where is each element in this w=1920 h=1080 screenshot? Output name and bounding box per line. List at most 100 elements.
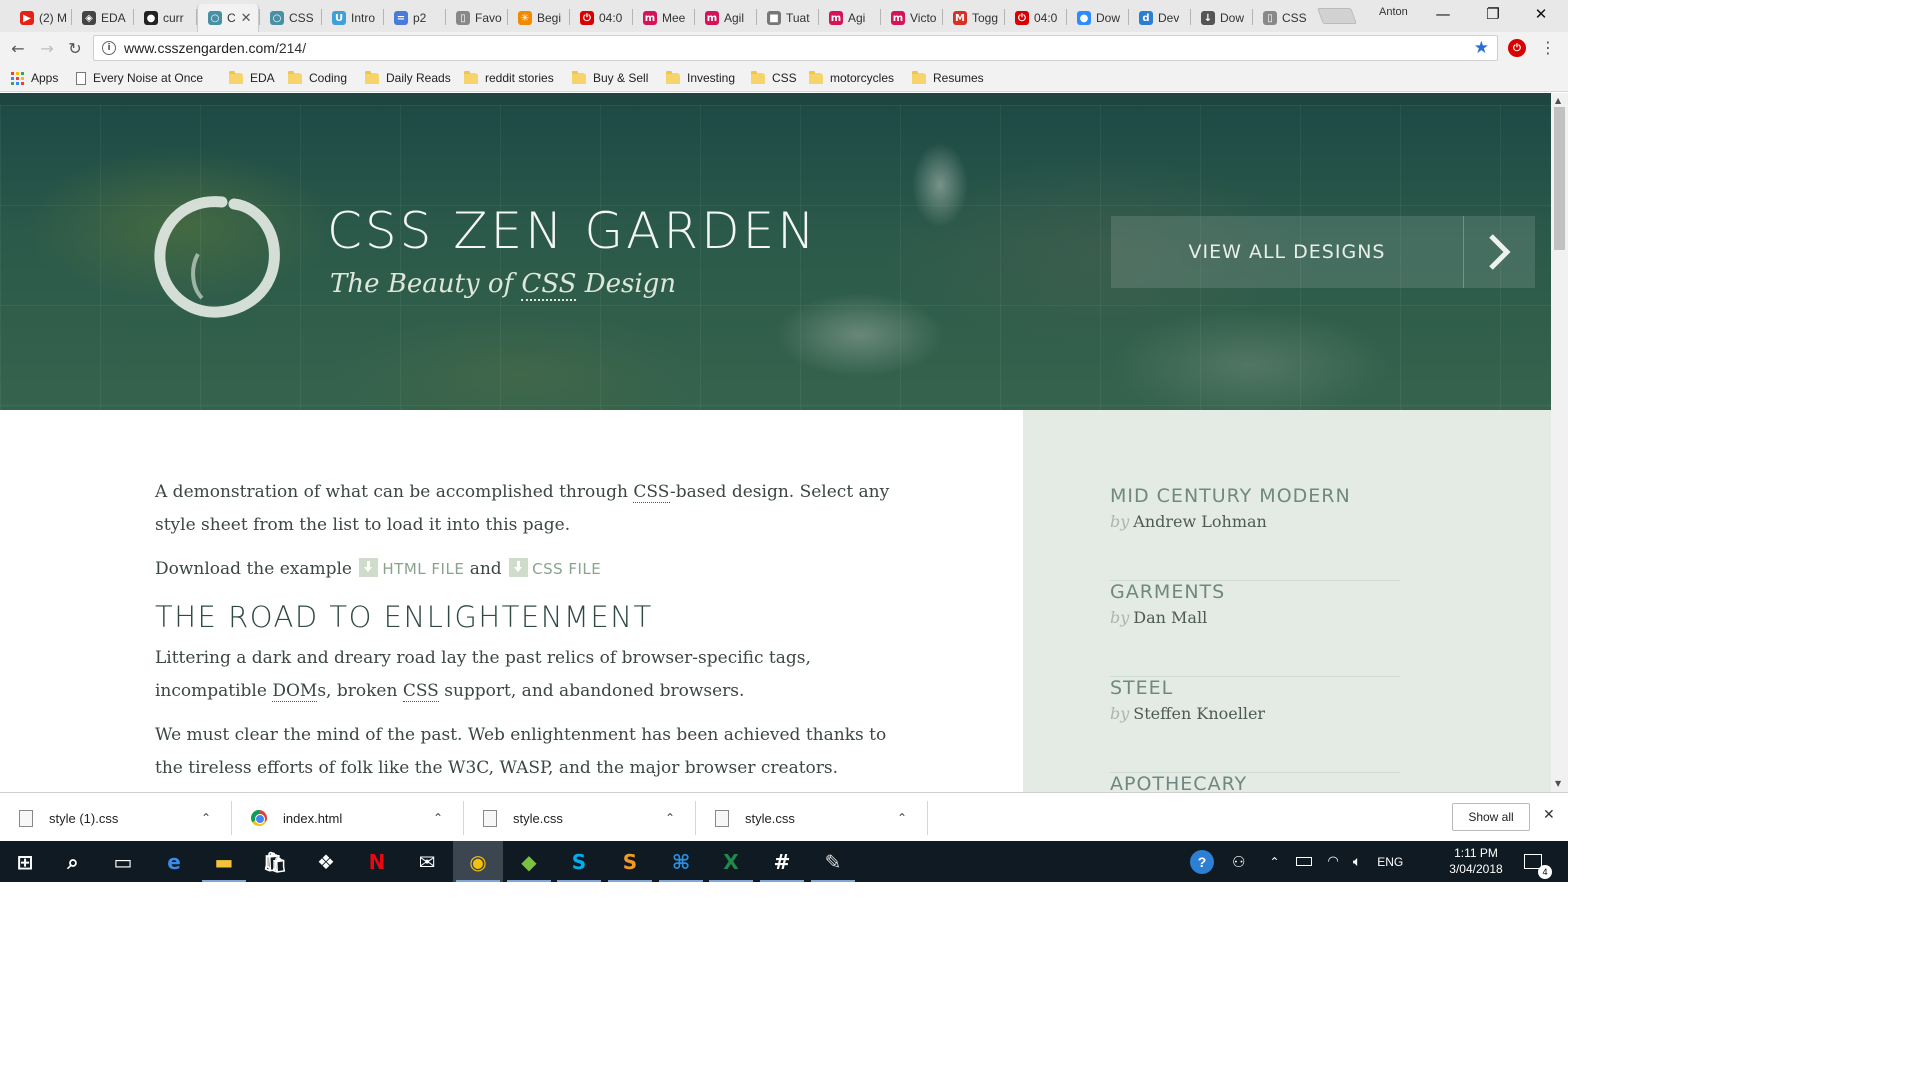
design-list-item[interactable]: APOTHECARY <box>1110 773 1400 792</box>
clock[interactable]: 1:11 PM 3/04/2018 <box>1440 845 1512 877</box>
paint-icon[interactable]: ✎ <box>808 841 858 882</box>
bookmark-item[interactable]: Every Noise at Once <box>76 69 203 87</box>
browser-tab[interactable]: ○ C ✕ <box>197 4 259 32</box>
battery-icon[interactable] <box>1295 857 1312 866</box>
browser-tab[interactable]: ● Dow <box>1067 4 1129 32</box>
author-name[interactable]: Andrew Lohman <box>1133 512 1267 531</box>
wifi-icon[interactable]: ◠ <box>1328 854 1339 869</box>
view-all-designs-button[interactable]: VIEW ALL DESIGNS <box>1111 216 1535 288</box>
new-tab-button[interactable] <box>1317 8 1357 24</box>
browser-tab[interactable]: M Togg <box>943 4 1005 32</box>
design-list-item[interactable]: GARMENTS by Dan Mall <box>1110 581 1400 677</box>
browser-tab[interactable]: ○ CSS <box>260 4 322 32</box>
bookmark-item[interactable]: CSS <box>751 69 797 87</box>
reload-button[interactable]: ↻ <box>63 36 87 60</box>
bookmark-item[interactable]: motorcycles <box>809 69 894 87</box>
volume-icon[interactable]: 🔈︎ <box>1353 854 1361 870</box>
skype-icon[interactable]: S <box>554 841 604 882</box>
design-list-item[interactable]: STEEL by Steffen Knoeller <box>1110 677 1400 773</box>
chrome-menu-icon[interactable]: ⋮ <box>1540 38 1556 57</box>
page-scrollbar[interactable]: ▲ ▼ <box>1551 93 1568 792</box>
site-info-icon[interactable]: i <box>102 41 116 55</box>
close-tab-icon[interactable]: ✕ <box>241 11 252 26</box>
design-list-item[interactable]: MID CENTURY MODERN by Andrew Lohman <box>1110 485 1400 581</box>
people-icon[interactable]: ⚇ <box>1232 853 1245 871</box>
download-item[interactable]: index.html ⌃ <box>232 801 464 835</box>
download-item[interactable]: style.css ⌃ <box>464 801 696 835</box>
bookmark-item[interactable]: EDA <box>229 69 275 87</box>
scroll-down-icon[interactable]: ▼ <box>1555 779 1561 788</box>
bookmark-item[interactable]: Coding <box>288 69 347 87</box>
download-options-icon[interactable]: ⌃ <box>201 811 231 825</box>
sublime-icon[interactable]: S <box>605 841 655 882</box>
file-explorer-icon[interactable]: ▬ <box>199 841 249 882</box>
design-name[interactable]: GARMENTS <box>1110 581 1225 603</box>
excel-icon[interactable]: X <box>706 841 756 882</box>
browser-tab[interactable]: m Victo <box>881 4 943 32</box>
close-shelf-icon[interactable]: ✕ <box>1543 807 1555 823</box>
browser-tab[interactable]: m Agi <box>819 4 881 32</box>
forward-button[interactable]: → <box>35 36 59 60</box>
bookmark-item[interactable]: Investing <box>666 69 735 87</box>
bookmark-item[interactable]: Resumes <box>912 69 984 87</box>
download-options-icon[interactable]: ⌃ <box>433 811 463 825</box>
minimize-button[interactable]: — <box>1420 0 1466 28</box>
url-text[interactable]: www.csszengarden.com/214/ <box>124 40 306 56</box>
edge-icon[interactable]: e <box>149 841 199 882</box>
show-all-downloads-button[interactable]: Show all <box>1452 803 1530 831</box>
vscode-icon[interactable]: ⌘ <box>656 841 706 882</box>
download-options-icon[interactable]: ⌃ <box>897 811 927 825</box>
browser-tab[interactable]: d Dev <box>1129 4 1191 32</box>
restore-button[interactable]: ❐ <box>1470 0 1516 28</box>
browser-tab[interactable]: ⏻ 04:0 <box>1005 4 1067 32</box>
css-file-link[interactable]: CSS FILE <box>532 560 601 578</box>
download-item[interactable]: style.css ⌃ <box>696 801 928 835</box>
start-icon[interactable]: ⊞ <box>0 841 50 882</box>
browser-tab[interactable]: m Agil <box>695 4 757 32</box>
back-button[interactable]: ← <box>6 36 30 60</box>
download-options-icon[interactable]: ⌃ <box>665 811 695 825</box>
help-icon[interactable]: ? <box>1190 849 1214 874</box>
mail-icon[interactable]: ✉ <box>402 841 452 882</box>
close-window-button[interactable]: ✕ <box>1518 0 1564 28</box>
browser-tab[interactable]: ◈ EDA <box>72 4 134 32</box>
html-file-link[interactable]: HTML FILE <box>382 560 464 578</box>
design-name[interactable]: MID CENTURY MODERN <box>1110 485 1351 507</box>
bookmark-star-icon[interactable]: ★ <box>1474 38 1489 58</box>
author-name[interactable]: Dan Mall <box>1133 608 1207 627</box>
design-name[interactable]: APOTHECARY <box>1110 773 1247 792</box>
store-icon[interactable]: 🛍︎ <box>250 841 300 882</box>
download-item[interactable]: style (1).css ⌃ <box>0 801 232 835</box>
browser-tab[interactable]: ● curr <box>134 4 196 32</box>
extension-power-icon[interactable]: ⏻ <box>1508 39 1526 57</box>
search-icon[interactable]: ⌕ <box>48 841 98 882</box>
dropbox-icon[interactable]: ❖ <box>301 841 351 882</box>
scrollbar-thumb[interactable] <box>1554 107 1565 250</box>
show-hidden-icons-icon[interactable]: ⌃ <box>1269 855 1279 869</box>
action-center-button[interactable]: 4 <box>1524 841 1552 882</box>
slack-icon[interactable]: # <box>757 841 807 882</box>
browser-tab[interactable]: ▯ CSS <box>1253 4 1315 32</box>
browser-tab[interactable]: ✳ Begi <box>508 4 570 32</box>
address-bar[interactable]: i www.csszengarden.com/214/ ★ <box>93 35 1498 61</box>
profile-name[interactable]: Anton <box>1379 6 1408 18</box>
task-view-icon[interactable]: ▭ <box>98 841 148 882</box>
language-indicator[interactable]: ENG <box>1377 855 1403 869</box>
browser-tab[interactable]: m Mee <box>633 4 695 32</box>
browser-tab[interactable]: ▯ Favo <box>446 4 508 32</box>
git-icon[interactable]: ◆ <box>504 841 554 882</box>
browser-tab[interactable]: U Intro <box>322 4 384 32</box>
author-name[interactable]: Steffen Knoeller <box>1133 704 1265 723</box>
design-name[interactable]: STEEL <box>1110 677 1173 699</box>
bookmark-item[interactable]: Apps <box>11 69 58 87</box>
scroll-up-icon[interactable]: ▲ <box>1555 96 1561 105</box>
chrome-icon[interactable]: ◉ <box>453 841 503 882</box>
browser-tab[interactable]: = p2 <box>384 4 446 32</box>
bookmark-item[interactable]: reddit stories <box>464 69 554 87</box>
browser-tab[interactable]: ↓ Dow <box>1191 4 1253 32</box>
bookmark-item[interactable]: Daily Reads <box>365 69 451 87</box>
netflix-icon[interactable]: N <box>352 841 402 882</box>
browser-tab[interactable]: ■ Tuat <box>757 4 819 32</box>
browser-tab[interactable]: ⏻ 04:0 <box>570 4 632 32</box>
browser-tab[interactable]: ▶ (2) M <box>10 4 72 32</box>
